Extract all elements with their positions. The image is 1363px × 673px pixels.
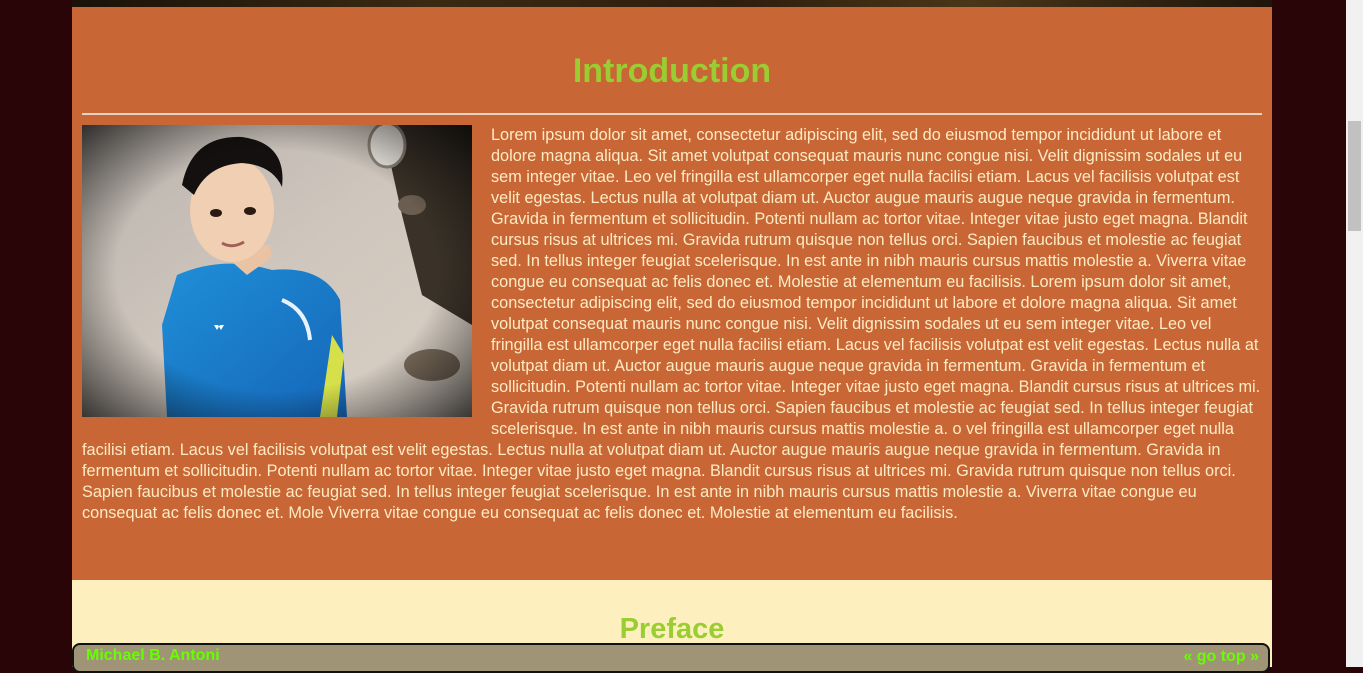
author-portrait (82, 125, 472, 417)
page-scrollbar[interactable] (1346, 0, 1363, 667)
footer-author-name: Michael B. Antoni (86, 647, 220, 664)
header-image-strip (72, 0, 1272, 7)
section-divider (82, 113, 1262, 115)
introduction-section: Introduction Lorem ipsum dolor sit amet,… (72, 7, 1272, 580)
scrollbar-thumb[interactable] (1348, 121, 1361, 231)
go-top-link[interactable]: « go top » (1183, 648, 1259, 666)
preface-title: Preface (619, 613, 725, 645)
introduction-title: Introduction (572, 52, 772, 90)
introduction-body: Lorem ipsum dolor sit amet, consectetur … (82, 125, 1262, 524)
footer-bar: Michael B. Antoni « go top » (72, 643, 1270, 673)
